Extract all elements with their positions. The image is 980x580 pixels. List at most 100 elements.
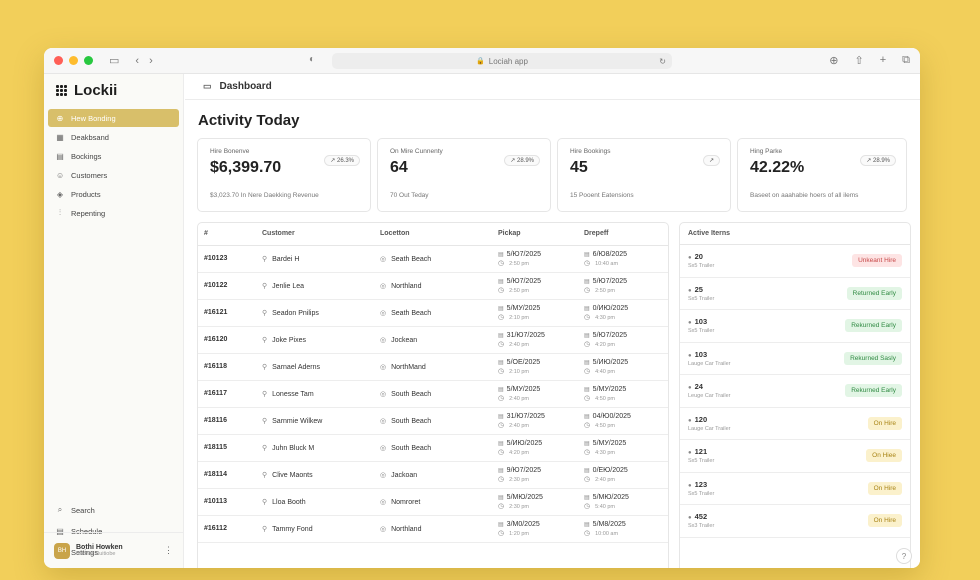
- item-info: ● 25 Sx5 Trailer: [688, 285, 714, 302]
- tabs-overview-icon[interactable]: ⧉: [902, 54, 910, 67]
- list-item[interactable]: ● 20 Sx5 Trailer Unkeant Hire: [680, 245, 910, 278]
- location-cell: ◎ Northland: [374, 272, 492, 300]
- clock-icon: ◷: [584, 394, 591, 402]
- trailer-icon: ●: [688, 482, 692, 489]
- item-number: 103: [694, 349, 708, 359]
- location-cell: ◎ Jockean: [374, 326, 492, 354]
- sidebar-panel-icon[interactable]: ▭: [203, 81, 212, 92]
- header-title: Dashboard: [219, 81, 272, 92]
- list-item[interactable]: ● 121 Sx5 Trailer On Hiee: [680, 440, 910, 473]
- booking-id: #10122: [198, 272, 256, 300]
- sidebar-toggle-icon[interactable]: ▭: [109, 54, 119, 67]
- column-header-location[interactable]: Locetton: [374, 223, 492, 246]
- stat-card[interactable]: Hing Parke 42.22% ↗ 28.9% Baseet on aaah…: [737, 138, 907, 212]
- stat-card[interactable]: On Mire Cunnenty 64 ↗ 28.9% 70 Out Teday: [377, 138, 551, 212]
- main-content: ▭ Dashboard Activity Today Hire Bonenve …: [185, 74, 920, 568]
- stat-card[interactable]: Hire Bonenve $6,399.70 ↗ 26.3% $3,023.70…: [197, 138, 371, 212]
- stat-value: 45: [570, 159, 588, 176]
- table-row[interactable]: #18115 ⚲ Juhn Bluck M ◎ South Beach ▤ 5/ИЮ/202…: [198, 434, 668, 462]
- app-logo[interactable]: Lockii: [44, 74, 183, 109]
- share-icon[interactable]: ⇧: [854, 54, 863, 67]
- sidebar-item-customers[interactable]: ☺ Customers: [48, 166, 179, 184]
- table-row[interactable]: #10122 ⚲ Jenlie Lea ◎ Northland ▤ 5/Ю7/2025 ◷ 2:…: [198, 272, 668, 300]
- sidebar: Lockii ⊕ Hew Bonding ▦ Deakbsand ▤ Bocki…: [44, 74, 184, 568]
- clock-icon: ◷: [584, 313, 591, 321]
- table-row[interactable]: #16112 ⚲ Tammy Fond ◎ Northland ▤ 3/М0/2025 ◷ 1:…: [198, 515, 668, 543]
- sidebar-item-dashboard[interactable]: ▦ Deakbsand: [48, 128, 179, 146]
- more-options-icon[interactable]: ⋮: [164, 545, 173, 556]
- table-row[interactable]: #10123 ⚲ Bardei H ◎ Seath Beach ▤ 5/Ю7/2025 ◷ 2:…: [198, 245, 668, 273]
- sidebar-item-new-booking[interactable]: ⊕ Hew Bonding: [48, 109, 179, 127]
- table-row[interactable]: #16120 ⚲ Joke Pixes ◎ Jockean ▤ 31/Ю7/2025 ◷ 2:4…: [198, 326, 668, 354]
- item-number: 24: [694, 382, 703, 392]
- list-item[interactable]: ● 103 Sx5 Trailer Rekurned Early: [680, 310, 910, 343]
- item-type: Sx5 Trailer: [688, 490, 715, 497]
- status-badge: On Hiee: [866, 449, 902, 463]
- clock-icon: ◷: [584, 259, 591, 267]
- trailer-icon: ●: [688, 450, 692, 457]
- table-row[interactable]: #16117 ⚲ Lonesse Tam ◎ South Beach ▤ 5/МУ/2025…: [198, 380, 668, 408]
- download-icon[interactable]: ⊕: [829, 54, 838, 67]
- pickup-time: 2:50 pm: [509, 260, 529, 267]
- active-items-list: ● 20 Sx5 Trailer Unkeant Hire ● 25 Sx5 Trailer…: [680, 245, 910, 538]
- column-header-dropoff[interactable]: Drepeff: [578, 223, 668, 246]
- column-header-customer[interactable]: Customer: [256, 223, 374, 246]
- forward-icon[interactable]: ›: [149, 55, 153, 67]
- sidebar-item-search[interactable]: ⌕ Search: [48, 500, 179, 520]
- minimize-window-button[interactable]: [69, 56, 78, 65]
- user-name: Bothi Howken: [76, 544, 123, 551]
- column-header-pickup[interactable]: Pickap: [492, 223, 578, 246]
- booking-id: #16112: [198, 515, 256, 543]
- column-header-id[interactable]: #: [198, 223, 256, 246]
- back-icon[interactable]: ‹: [135, 55, 139, 67]
- trailer-icon: ●: [688, 417, 692, 424]
- dropoff-cell: ▤ 5/МУ/2025 ◷ 4:30 pm: [578, 434, 668, 462]
- close-window-button[interactable]: [54, 56, 63, 65]
- browser-window: ▭ ‹ › ◐ 🔒 Lociah app ↻ ⊕ ⇧ + ⧉ Lockii ⊕: [44, 48, 920, 568]
- table-row[interactable]: #16121 ⚲ Seadon Pnilips ◎ Seath Beach ▤ 5/МУ/2…: [198, 299, 668, 327]
- pickup-date: 5/Ю7/2025: [506, 250, 541, 258]
- pickup-time: 2:10 pm: [509, 368, 529, 375]
- location-pin-icon: ◎: [380, 498, 387, 506]
- table-row[interactable]: #16118 ⚲ Sarnael Aderns ◎ NorthMand ▤ 5/ОЕ/202…: [198, 353, 668, 381]
- sidebar-item-label: Deakbsand: [71, 132, 109, 142]
- help-button[interactable]: ?: [896, 548, 912, 564]
- clock-icon: ◷: [498, 475, 505, 483]
- page-title: Activity Today: [198, 112, 300, 129]
- dropoff-cell: ▤ 0/ЕЮ/2025 ◷ 2:40 pm: [578, 461, 668, 489]
- maximize-window-button[interactable]: [84, 56, 93, 65]
- reload-icon[interactable]: ↻: [659, 57, 666, 66]
- sidebar-item-reporting[interactable]: ⫶ Repenting: [48, 204, 179, 222]
- user-icon: ⚲: [262, 444, 268, 452]
- list-item[interactable]: ● 25 Sx5 Trailer Returned Early: [680, 278, 910, 310]
- sidebar-item-bookings[interactable]: ▤ Bockings: [48, 147, 179, 165]
- pickup-time: 2:40 pm: [509, 395, 529, 402]
- shield-icon[interactable]: ◐: [309, 54, 315, 65]
- list-item[interactable]: ● 120 Lauge Car Trailer On Hire: [680, 408, 910, 440]
- sidebar-item-products[interactable]: ◈ Products: [48, 185, 179, 203]
- list-item[interactable]: ● 123 Sx5 Trailer On Hire: [680, 473, 910, 505]
- item-info: ● 123 Sx5 Trailer: [688, 480, 714, 497]
- clock-icon: ◷: [498, 313, 505, 321]
- url-bar[interactable]: 🔒 Lociah app ↻: [332, 53, 672, 69]
- location-cell: ◎ South Beach: [374, 434, 492, 462]
- status-badge: Returned Early: [846, 286, 902, 300]
- customer-cell: ⚲ Lonesse Tam: [256, 380, 374, 408]
- user-profile[interactable]: BH Bothi Howken Nachur Nuitiobe ⋮: [44, 532, 183, 568]
- dropoff-cell: ▤ 5/М8/2025 ◷ 10:00 am: [578, 515, 668, 543]
- new-tab-icon[interactable]: +: [880, 54, 886, 67]
- list-item[interactable]: ● 452 Sx3 Trailer On Hire: [680, 505, 910, 538]
- item-info: ● 103 Lauge Car Trailer: [688, 350, 731, 367]
- table-row[interactable]: #18116 ⚲ Sarnmie Wilkew ◎ South Beach ▤ 31/Ю7/…: [198, 407, 668, 435]
- list-item[interactable]: ● 103 Lauge Car Trailer Rekurned Sasly: [680, 343, 910, 375]
- stat-card[interactable]: Hire Bookings 45 ↗ 15 Pooent Eatensions: [557, 138, 731, 212]
- user-icon: ⚲: [262, 525, 268, 533]
- pickup-cell: ▤ 3/М0/2025 ◷ 1:20 pm: [492, 515, 578, 543]
- item-number: 123: [694, 479, 708, 489]
- status-badge: On Hire: [867, 481, 902, 495]
- table-row[interactable]: #18114 ⚲ Clive Maonts ◎ Jackoan ▤ 9/Ю7/2025 ◷ 2:…: [198, 461, 668, 489]
- list-item[interactable]: ● 24 Leuge Car Trailer Rekurned Early: [680, 375, 910, 408]
- trailer-icon: ●: [688, 385, 692, 392]
- stat-subtext: $3,023.70 In Nere Daekking Revenue: [210, 192, 319, 199]
- table-row[interactable]: #10113 ⚲ Lloa Booth ◎ Nomroret ▤ 5/МЮ/2025 ◷ 2:3…: [198, 488, 668, 516]
